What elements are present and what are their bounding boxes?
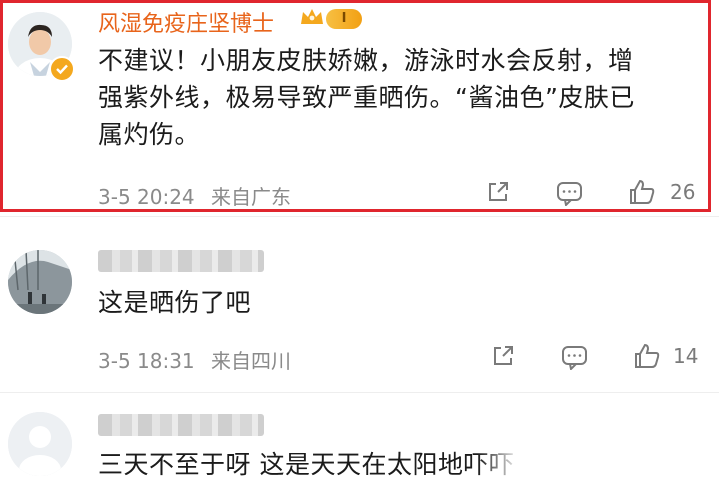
comment-line: 三天不至于呀 这是天天在太阳地吓吓: [98, 450, 515, 479]
comment-line: 不建议！小朋友皮肤娇嫩，游泳时水会反射，增: [98, 46, 634, 75]
avatar[interactable]: [8, 250, 72, 314]
comment-icon: [562, 346, 587, 370]
reply-button[interactable]: [561, 344, 588, 370]
verified-icon: [49, 56, 75, 82]
like-count: 14: [673, 344, 699, 368]
like-icon: [635, 343, 660, 368]
comment-meta: 3-5 20:24 来自广东: [98, 181, 291, 210]
comment-line: 强紫外线，极易导致严重晒伤。“酱油色”皮肤已: [98, 83, 635, 112]
timestamp: 3-5 20:24: [98, 185, 195, 209]
location: 来自四川: [211, 349, 292, 373]
like-button[interactable]: 26: [628, 178, 695, 206]
like-count: 26: [670, 180, 696, 204]
timestamp: 3-5 18:31: [98, 349, 195, 373]
blur-overlay: [478, 450, 568, 484]
comment-text: 这是晒伤了吧: [98, 284, 251, 321]
comment-line: 属灼伤。: [98, 120, 201, 149]
reply-button[interactable]: [556, 180, 583, 206]
divider: [0, 216, 719, 217]
comment-text: 三天不至于呀 这是天天在太阳地吓吓: [98, 446, 514, 483]
avatar[interactable]: [8, 412, 72, 476]
comment-text: 不建议！小朋友皮肤娇嫩，游泳时水会反射，增 强紫外线，极易导致严重晒伤。“酱油色…: [98, 42, 635, 153]
username[interactable]: 风湿免疫庄坚博士: [98, 6, 274, 38]
comment-meta: 3-5 18:31 来自四川: [98, 345, 291, 374]
username-blurred[interactable]: [98, 250, 264, 272]
share-button[interactable]: [490, 343, 516, 369]
like-icon: [630, 179, 655, 204]
crown-icon: [298, 5, 326, 29]
share-icon: [489, 182, 508, 201]
share-button[interactable]: [485, 179, 511, 205]
share-icon: [494, 346, 513, 365]
username-blurred[interactable]: [98, 414, 264, 436]
level-badge: I: [326, 9, 362, 29]
like-button[interactable]: 14: [633, 342, 698, 370]
comment-line: 这是晒伤了吧: [98, 288, 252, 317]
divider: [0, 392, 719, 393]
comment-icon: [557, 182, 582, 206]
location: 来自广东: [211, 185, 292, 209]
